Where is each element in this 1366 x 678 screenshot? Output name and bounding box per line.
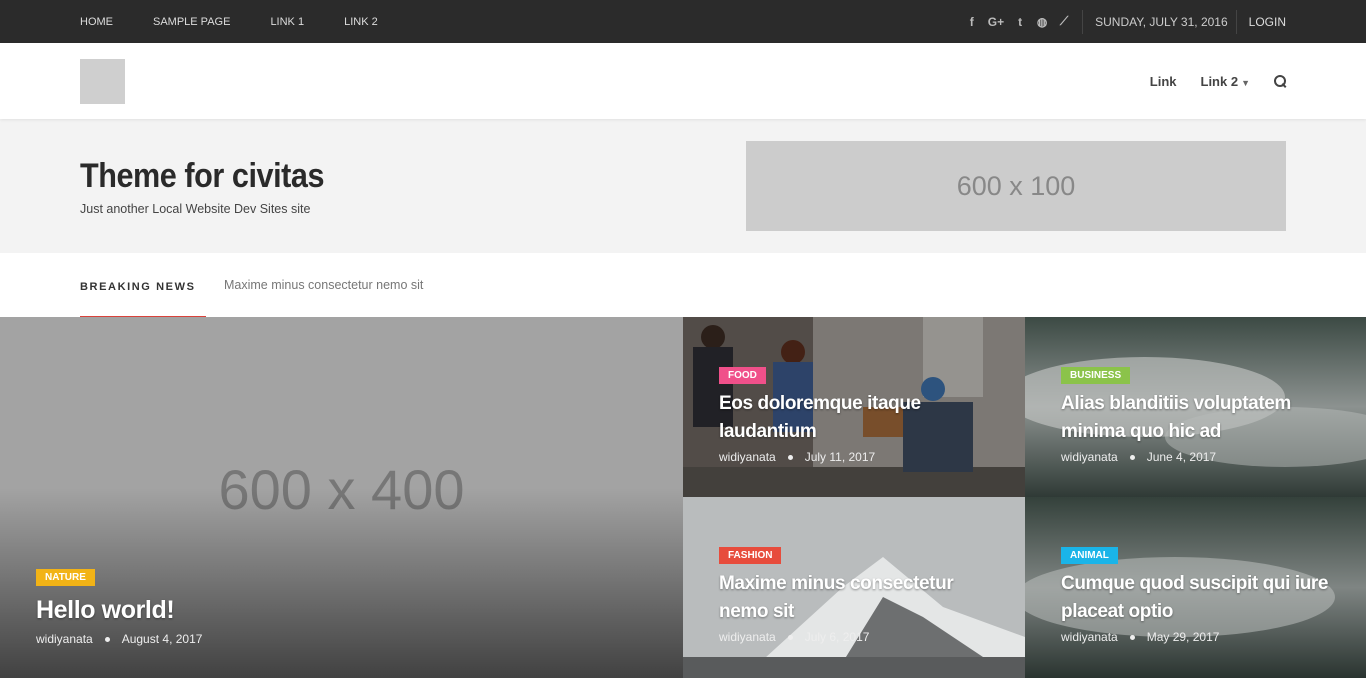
ad-banner[interactable]: 600 x 100 bbox=[746, 141, 1286, 231]
post-title[interactable]: Cumque quod suscipit qui iure placeat op… bbox=[1061, 570, 1341, 626]
post-author[interactable]: widiyanata bbox=[719, 450, 776, 464]
post-author[interactable]: widiyanata bbox=[719, 630, 776, 644]
top-right: f G+ t ◍ ⟋ SUNDAY, JULY 31, 2016 LOGIN bbox=[966, 0, 1286, 43]
social-links: f G+ t ◍ ⟋ bbox=[966, 9, 1084, 34]
breaking-news-item[interactable]: Maxime minus consectetur nemo sit bbox=[224, 278, 423, 292]
separator-dot bbox=[1129, 454, 1135, 460]
post-caption: BUSINESS Alias blanditiis voluptatem min… bbox=[1061, 365, 1331, 464]
post-author[interactable]: widiyanata bbox=[36, 632, 93, 646]
twitter-icon[interactable]: t bbox=[1014, 15, 1026, 29]
category-badge[interactable]: ANIMAL bbox=[1061, 547, 1118, 564]
post-tile[interactable]: FOOD Eos doloremque itaque laudantium wi… bbox=[683, 317, 1025, 497]
post-tile[interactable]: FASHION Maxime minus consectetur nemo si… bbox=[683, 497, 1025, 678]
post-title[interactable]: Maxime minus consectetur nemo sit bbox=[719, 570, 979, 626]
post-tile[interactable]: ANIMAL Cumque quod suscipit qui iure pla… bbox=[1025, 497, 1366, 678]
post-title[interactable]: Eos doloremque itaque laudantium bbox=[719, 390, 969, 446]
site-logo[interactable] bbox=[80, 58, 125, 104]
category-badge[interactable]: FOOD bbox=[719, 367, 766, 384]
nav-home[interactable]: HOME bbox=[80, 16, 113, 28]
category-badge[interactable]: BUSINESS bbox=[1061, 367, 1131, 384]
category-badge[interactable]: FASHION bbox=[719, 547, 782, 564]
post-date: July 6, 2017 bbox=[804, 630, 870, 644]
main-nav: Link Link 2 ▼ bbox=[1126, 74, 1286, 89]
featured-grid: 600 x 400 NATURE Hello world! widiyanata… bbox=[0, 317, 1366, 678]
separator-dot bbox=[787, 634, 793, 640]
post-meta: widiyanata August 4, 2017 bbox=[36, 632, 202, 646]
dribbble-icon[interactable]: ◍ bbox=[1036, 15, 1048, 29]
post-caption: ANIMAL Cumque quod suscipit qui iure pla… bbox=[1061, 545, 1341, 644]
current-date: SUNDAY, JULY 31, 2016 bbox=[1083, 9, 1237, 34]
google-plus-icon[interactable]: G+ bbox=[988, 15, 1004, 29]
post-date: August 4, 2017 bbox=[121, 632, 203, 646]
post-meta: widiyanata June 4, 2017 bbox=[1061, 450, 1331, 464]
top-nav: HOME SAMPLE PAGE LINK 1 LINK 2 bbox=[80, 16, 418, 28]
post-date: June 4, 2017 bbox=[1146, 450, 1217, 464]
chevron-down-icon: ▼ bbox=[1241, 77, 1250, 88]
branding-area: Theme for civitas Just another Local Web… bbox=[0, 119, 1366, 253]
breaking-news-bar: BREAKING NEWS Maxime minus consectetur n… bbox=[0, 253, 1366, 319]
search-icon[interactable] bbox=[1274, 75, 1286, 87]
nav-link[interactable]: Link bbox=[1150, 74, 1177, 89]
site-branding: Theme for civitas Just another Local Web… bbox=[80, 157, 351, 216]
post-author[interactable]: widiyanata bbox=[1061, 450, 1118, 464]
top-bar: HOME SAMPLE PAGE LINK 1 LINK 2 f G+ t ◍ … bbox=[0, 0, 1366, 43]
site-title[interactable]: Theme for civitas bbox=[80, 157, 324, 196]
post-caption: NATURE Hello world! widiyanata August 4,… bbox=[36, 567, 202, 646]
nav-link-1[interactable]: LINK 1 bbox=[270, 16, 304, 28]
category-badge[interactable]: NATURE bbox=[36, 569, 95, 586]
separator-dot bbox=[787, 454, 793, 460]
site-description: Just another Local Website Dev Sites sit… bbox=[80, 201, 311, 216]
post-title[interactable]: Hello world! bbox=[36, 596, 202, 624]
post-date: May 29, 2017 bbox=[1146, 630, 1220, 644]
nav-link-2[interactable]: LINK 2 bbox=[344, 16, 378, 28]
post-date: July 11, 2017 bbox=[804, 450, 876, 464]
facebook-icon[interactable]: f bbox=[966, 15, 978, 29]
nav-link-2-dropdown[interactable]: Link 2 ▼ bbox=[1201, 74, 1251, 89]
post-author[interactable]: widiyanata bbox=[1061, 630, 1118, 644]
post-meta: widiyanata May 29, 2017 bbox=[1061, 630, 1341, 644]
post-caption: FASHION Maxime minus consectetur nemo si… bbox=[719, 545, 979, 644]
site-header: Link Link 2 ▼ bbox=[0, 43, 1366, 119]
post-title[interactable]: Alias blanditiis voluptatem minima quo h… bbox=[1061, 390, 1331, 446]
post-meta: widiyanata July 11, 2017 bbox=[719, 450, 969, 464]
separator-dot bbox=[104, 636, 110, 642]
post-meta: widiyanata July 6, 2017 bbox=[719, 630, 979, 644]
rss-icon[interactable]: ⟋ bbox=[1058, 14, 1070, 29]
breaking-news-label: BREAKING NEWS bbox=[80, 255, 206, 319]
login-link[interactable]: LOGIN bbox=[1237, 15, 1286, 29]
separator-dot bbox=[1129, 634, 1135, 640]
nav-sample-page[interactable]: SAMPLE PAGE bbox=[153, 16, 230, 28]
nav-link-2-label: Link 2 bbox=[1200, 73, 1239, 89]
post-tile[interactable]: BUSINESS Alias blanditiis voluptatem min… bbox=[1025, 317, 1366, 497]
post-caption: FOOD Eos doloremque itaque laudantium wi… bbox=[719, 365, 969, 464]
featured-post[interactable]: 600 x 400 NATURE Hello world! widiyanata… bbox=[0, 317, 683, 678]
